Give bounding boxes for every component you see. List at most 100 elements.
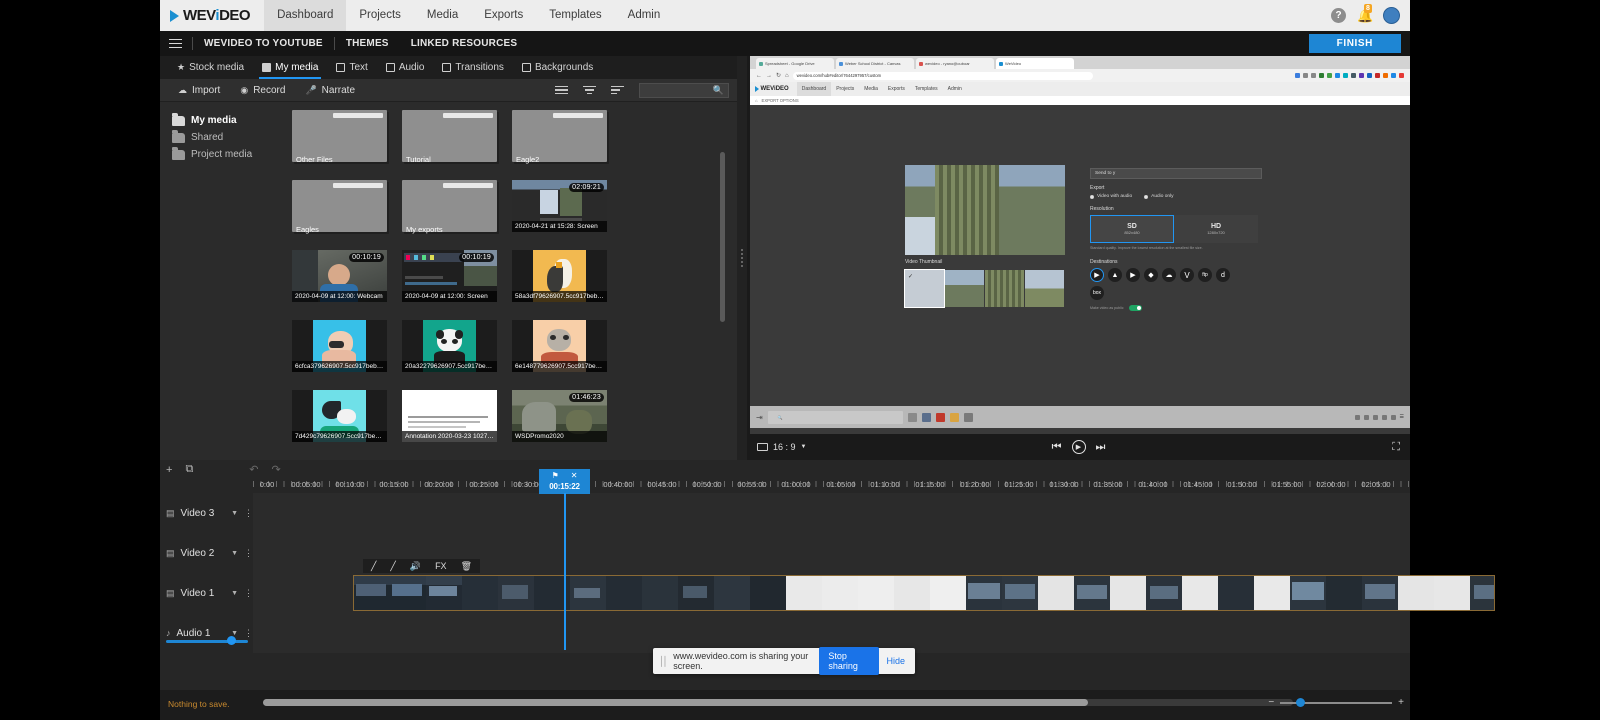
- fx-icon[interactable]: FX: [435, 561, 447, 571]
- media-folder-item[interactable]: Other Files: [292, 110, 387, 168]
- playhead-marker[interactable]: ⚑ ✕ 00:15:22: [539, 469, 590, 494]
- panel-splitter[interactable]: [737, 56, 747, 460]
- timeline-clip[interactable]: [353, 575, 1495, 611]
- timeline-track-audio-1[interactable]: ♪ Audio 1 ▼ ⋮: [160, 613, 1410, 653]
- tab-transitions[interactable]: Transitions: [433, 56, 513, 79]
- play-button[interactable]: ▶: [1071, 440, 1086, 454]
- tab-my-media[interactable]: My media: [253, 56, 327, 79]
- folder-icon: [262, 63, 272, 72]
- media-item[interactable]: 20a32279626907.5cc917beb...: [402, 320, 497, 378]
- stop-sharing-button[interactable]: Stop sharing: [819, 647, 880, 675]
- media-item[interactable]: 02:09:21 2020-04-21 at 15:28: Screen: [512, 180, 607, 238]
- media-item[interactable]: 6cfca379626907.5cc917beb7...: [292, 320, 387, 378]
- preview-stage[interactable]: Spreadsheet - Google Drive Weber School …: [747, 56, 1410, 434]
- sidebar-item-shared[interactable]: Shared: [160, 129, 285, 146]
- timeline-track-video-3[interactable]: ▤ Video 3 ▼ ⋮: [160, 493, 1410, 533]
- delete-icon[interactable]: 🗑: [461, 561, 472, 572]
- project-item-themes[interactable]: THEMES: [335, 38, 400, 49]
- volume-icon[interactable]: 🔊: [410, 561, 421, 572]
- sidebar-item-my-media[interactable]: My media: [160, 112, 285, 129]
- filter-icon[interactable]: [583, 85, 596, 95]
- nav-item-dashboard[interactable]: Dashboard: [264, 0, 347, 31]
- narrate-button[interactable]: 🎤 Narrate: [295, 85, 365, 96]
- media-item[interactable]: 00:10:19 2020-04-09 at 12:00: Screen: [402, 250, 497, 308]
- track-lane[interactable]: [253, 493, 1410, 533]
- dailymotion-icon: d: [1216, 268, 1230, 283]
- extension-icon: [1335, 73, 1340, 78]
- sort-icon[interactable]: [611, 85, 624, 95]
- scrollbar-thumb[interactable]: [263, 699, 1088, 706]
- nav-item-projects[interactable]: Projects: [346, 0, 414, 31]
- media-folder-item[interactable]: Eagle2: [512, 110, 607, 168]
- split-icon[interactable]: ╱: [390, 561, 395, 572]
- track-label: Video 3: [180, 507, 215, 519]
- finish-button[interactable]: FINISH: [1308, 34, 1401, 53]
- next-frame-button[interactable]: ⏭: [1096, 441, 1106, 454]
- zoom-slider-knob[interactable]: [1296, 697, 1306, 707]
- drag-handle-icon[interactable]: ││: [659, 656, 668, 666]
- project-title[interactable]: WEVIDEO TO YOUTUBE: [193, 38, 334, 49]
- media-item[interactable]: 00:10:19 2020-04-09 at 12:00: Webcam: [292, 250, 387, 308]
- video-track-icon: ▤: [166, 507, 175, 518]
- nav-item-templates[interactable]: Templates: [536, 0, 614, 31]
- zoom-out-icon[interactable]: −: [1268, 697, 1274, 708]
- tab-audio[interactable]: Audio: [377, 56, 434, 79]
- media-folder-item[interactable]: Eagles: [292, 180, 387, 238]
- media-grid[interactable]: Other Files Tutorial Eagle2 Eagles My ex…: [285, 102, 727, 460]
- aspect-ratio-selector[interactable]: 16 : 9 ▼: [757, 442, 806, 452]
- media-item[interactable]: Annotation 2020-03-23 102743: [402, 390, 497, 448]
- hamburger-menu-icon[interactable]: [160, 38, 192, 49]
- wevideo-logo[interactable]: WEViDEO: [160, 0, 264, 31]
- clip-frame: [750, 576, 786, 610]
- record-button[interactable]: ◉ Record: [230, 85, 295, 96]
- avatar[interactable]: [1383, 7, 1400, 24]
- ruler-label: 01:25:00: [1004, 480, 1034, 489]
- timeline-track-video-2[interactable]: ▤ Video 2 ▼ ⋮: [160, 533, 1410, 573]
- list-view-icon[interactable]: [555, 85, 568, 95]
- volume-slider-knob[interactable]: [227, 636, 236, 645]
- zoom-slider-track[interactable]: [1280, 697, 1393, 707]
- track-menu-icon[interactable]: ⋮: [244, 508, 253, 519]
- timeline-track-video-1[interactable]: ▤ Video 1 ▼ ⋮ ╱ ╱ 🔊 FX 🗑: [160, 559, 1495, 613]
- track-header[interactable]: ▤ Video 3 ▼ ⋮: [160, 493, 253, 533]
- tab-stock-media[interactable]: ★ Stock media: [168, 56, 253, 79]
- chevron-down-icon[interactable]: ▼: [231, 510, 238, 517]
- track-menu-icon[interactable]: ⋮: [244, 548, 253, 559]
- media-folder-item[interactable]: Tutorial: [402, 110, 497, 168]
- sidebar-item-project-media[interactable]: Project media: [160, 146, 285, 163]
- favicon-icon: [839, 61, 843, 66]
- media-item[interactable]: 58a3df79626907.5cc917beb9...: [512, 250, 607, 308]
- track-header[interactable]: ▤ Video 1 ▼ ⋮: [160, 573, 253, 613]
- chevron-down-icon[interactable]: ▼: [231, 590, 238, 597]
- previous-frame-button[interactable]: ⏮: [1052, 441, 1062, 454]
- help-icon[interactable]: ?: [1331, 8, 1346, 23]
- hide-button[interactable]: Hide: [886, 656, 909, 666]
- fullscreen-button[interactable]: ⛶: [1392, 441, 1400, 454]
- notifications-bell[interactable]: 🔔 8: [1357, 3, 1373, 24]
- tab-text[interactable]: Text: [327, 56, 376, 79]
- import-button[interactable]: ☁ Import: [168, 85, 230, 96]
- nav-item-exports[interactable]: Exports: [471, 0, 536, 31]
- zoom-in-icon[interactable]: +: [1398, 697, 1404, 708]
- media-item[interactable]: 6e148779626907.5cc917beb...: [512, 320, 607, 378]
- nav-item-media[interactable]: Media: [414, 0, 471, 31]
- track-header[interactable]: ▤ Video 2 ▼ ⋮: [160, 533, 253, 573]
- tab-backgrounds[interactable]: Backgrounds: [513, 56, 602, 79]
- playhead-close-icon[interactable]: ✕: [571, 471, 578, 480]
- media-folder-item[interactable]: My exports: [402, 180, 497, 238]
- search-input[interactable]: 🔍: [639, 82, 729, 98]
- chevron-down-icon[interactable]: ▼: [231, 550, 238, 557]
- timeline-ruler[interactable]: 0:00 00:05:00 00:10:00 00:15:00 00:20:00…: [160, 469, 1410, 494]
- track-menu-icon[interactable]: ⋮: [244, 588, 253, 599]
- media-item[interactable]: 7d429c79626907.5cc917beb...: [292, 390, 387, 448]
- media-scrollbar[interactable]: [720, 152, 725, 322]
- audio-volume-control[interactable]: [160, 613, 253, 653]
- trim-icon[interactable]: ╱: [371, 561, 376, 572]
- media-item[interactable]: 01:46:23 WSDPromo2020: [512, 390, 607, 448]
- nav-item-admin[interactable]: Admin: [615, 0, 674, 31]
- timeline-horizontal-scrollbar[interactable]: [263, 699, 1293, 706]
- track-lane[interactable]: ╱ ╱ 🔊 FX 🗑: [253, 559, 1495, 613]
- star-icon: ★: [177, 62, 186, 72]
- duration-badge: 02:09:21: [569, 183, 604, 192]
- project-item-linked-resources[interactable]: LINKED RESOURCES: [400, 38, 529, 49]
